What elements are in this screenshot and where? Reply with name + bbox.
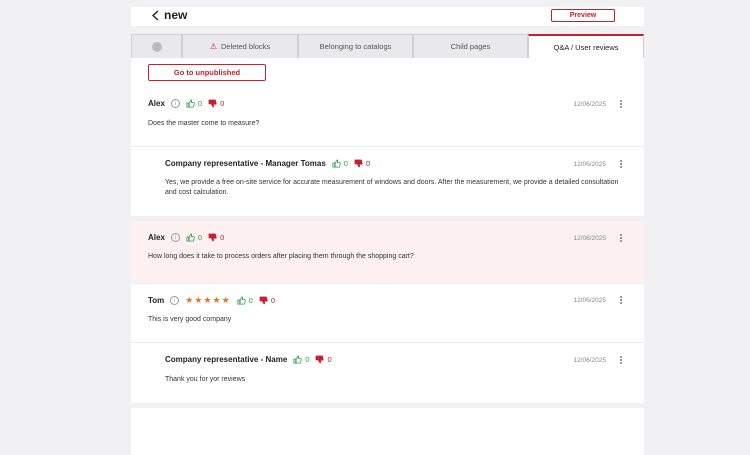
thumbs-down-icon	[208, 233, 217, 242]
dislike-button[interactable]: 0	[208, 233, 224, 242]
thumbs-up-icon	[186, 99, 195, 108]
chevron-left-icon	[151, 9, 159, 21]
review-item: Alex i 0 0 12/06/2025 Does the master co…	[131, 92, 644, 146]
tab-deleted-blocks[interactable]: ⚠ Deleted blocks	[182, 34, 298, 58]
reply-header: Company representative - Manager Tomas 0…	[165, 159, 370, 168]
review-author: Tom	[148, 296, 165, 305]
review-text: This is very good company	[148, 316, 232, 323]
thumbs-up-icon	[332, 159, 341, 168]
thumbs-down-icon	[354, 159, 363, 168]
eye-icon	[151, 41, 162, 52]
preview-button[interactable]: Preview	[551, 9, 615, 22]
dislike-button[interactable]: 0	[315, 355, 332, 364]
dislike-count: 0	[270, 296, 275, 305]
tab-label: Child pages	[450, 42, 491, 51]
tab-label: Deleted blocks	[220, 42, 271, 51]
reply-date: 12/06/2025	[573, 161, 606, 168]
review-text: Does the master come to measure?	[148, 120, 260, 127]
reply-item: Company representative - Name 0 0 12/06/…	[131, 343, 644, 403]
like-button[interactable]: 0	[186, 99, 202, 108]
info-icon[interactable]: i	[170, 233, 180, 242]
reply-text: Thank you for yor reviews	[165, 376, 246, 383]
tab-bar: ⚠ Deleted blocks Belonging to catalogs C…	[131, 34, 644, 59]
review-date: 12/06/2025	[573, 101, 606, 108]
review-item: Tom i ★★★★★ 0 0 12/06/2025 This is very …	[131, 284, 644, 342]
dislike-button[interactable]: 0	[208, 99, 224, 108]
review-date: 12/06/2025	[573, 297, 606, 304]
dislike-count: 0	[220, 99, 225, 108]
go-to-unpublished-button[interactable]: Go to unpublished	[148, 64, 266, 81]
review-header: Alex i 0 0	[148, 99, 224, 108]
thumbs-down-icon	[259, 296, 268, 305]
thumbs-up-icon	[186, 233, 195, 242]
tab-qa-reviews[interactable]: Q&A / User reviews	[528, 34, 644, 59]
tab-belonging-catalogs[interactable]: Belonging to catalogs	[298, 34, 413, 58]
reply-text: Yes, we provide a free on-site service f…	[165, 179, 619, 196]
reply-date: 12/06/2025	[573, 357, 606, 364]
dislike-count: 0	[365, 159, 371, 168]
info-icon[interactable]: i	[170, 99, 180, 108]
more-options-icon[interactable]	[619, 160, 623, 168]
like-count: 0	[343, 159, 348, 168]
reply-author: Company representative - Name	[165, 355, 288, 364]
tab-child-pages[interactable]: Child pages	[413, 34, 528, 58]
reviews-panel: Go to unpublished Alex i 0 0 12/06/2025 …	[131, 58, 644, 455]
warning-icon: ⚠	[209, 42, 217, 51]
like-button[interactable]: 0	[237, 296, 253, 305]
like-button[interactable]: 0	[186, 233, 202, 242]
like-count: 0	[248, 296, 253, 305]
review-item: Alex i 0 0 12/06/2025 How long does it t…	[131, 221, 644, 283]
dislike-button[interactable]: 0	[259, 296, 275, 305]
more-options-icon[interactable]	[619, 296, 623, 304]
thumbs-up-icon	[293, 355, 302, 364]
tab-label: Q&A / User reviews	[553, 43, 619, 52]
dislike-button[interactable]: 0	[354, 159, 370, 168]
like-button[interactable]: 0	[293, 355, 309, 364]
top-bar: new Preview	[131, 7, 644, 26]
thumbs-down-icon	[208, 99, 217, 108]
review-author: Alex	[148, 233, 165, 242]
tab-label: Belonging to catalogs	[319, 42, 392, 51]
like-button[interactable]: 0	[332, 159, 348, 168]
info-icon[interactable]: i	[170, 296, 180, 305]
back-button[interactable]: new	[151, 8, 187, 22]
reply-author: Company representative - Manager Tomas	[165, 159, 326, 168]
more-options-icon[interactable]	[619, 234, 623, 242]
review-author: Alex	[148, 99, 165, 108]
thumbs-up-icon	[237, 296, 246, 305]
separator	[131, 403, 644, 408]
reply-item: Company representative - Manager Tomas 0…	[131, 147, 644, 216]
star-rating: ★★★★★	[185, 295, 231, 305]
review-header: Tom i ★★★★★ 0 0	[148, 295, 275, 306]
reply-header: Company representative - Name 0 0	[165, 355, 332, 364]
dislike-count: 0	[327, 355, 332, 364]
more-options-icon[interactable]	[619, 100, 623, 108]
more-options-icon[interactable]	[619, 356, 623, 364]
like-count: 0	[197, 99, 203, 108]
dislike-count: 0	[220, 233, 225, 242]
thumbs-down-icon	[316, 355, 325, 364]
review-text: How long does it take to process orders …	[148, 253, 414, 260]
page-title: new	[164, 8, 188, 22]
like-count: 0	[305, 355, 310, 364]
review-date: 12/06/2025	[573, 235, 606, 242]
like-count: 0	[197, 233, 203, 242]
tab-hidden[interactable]	[131, 34, 182, 58]
review-header: Alex i 0 0	[148, 233, 224, 242]
